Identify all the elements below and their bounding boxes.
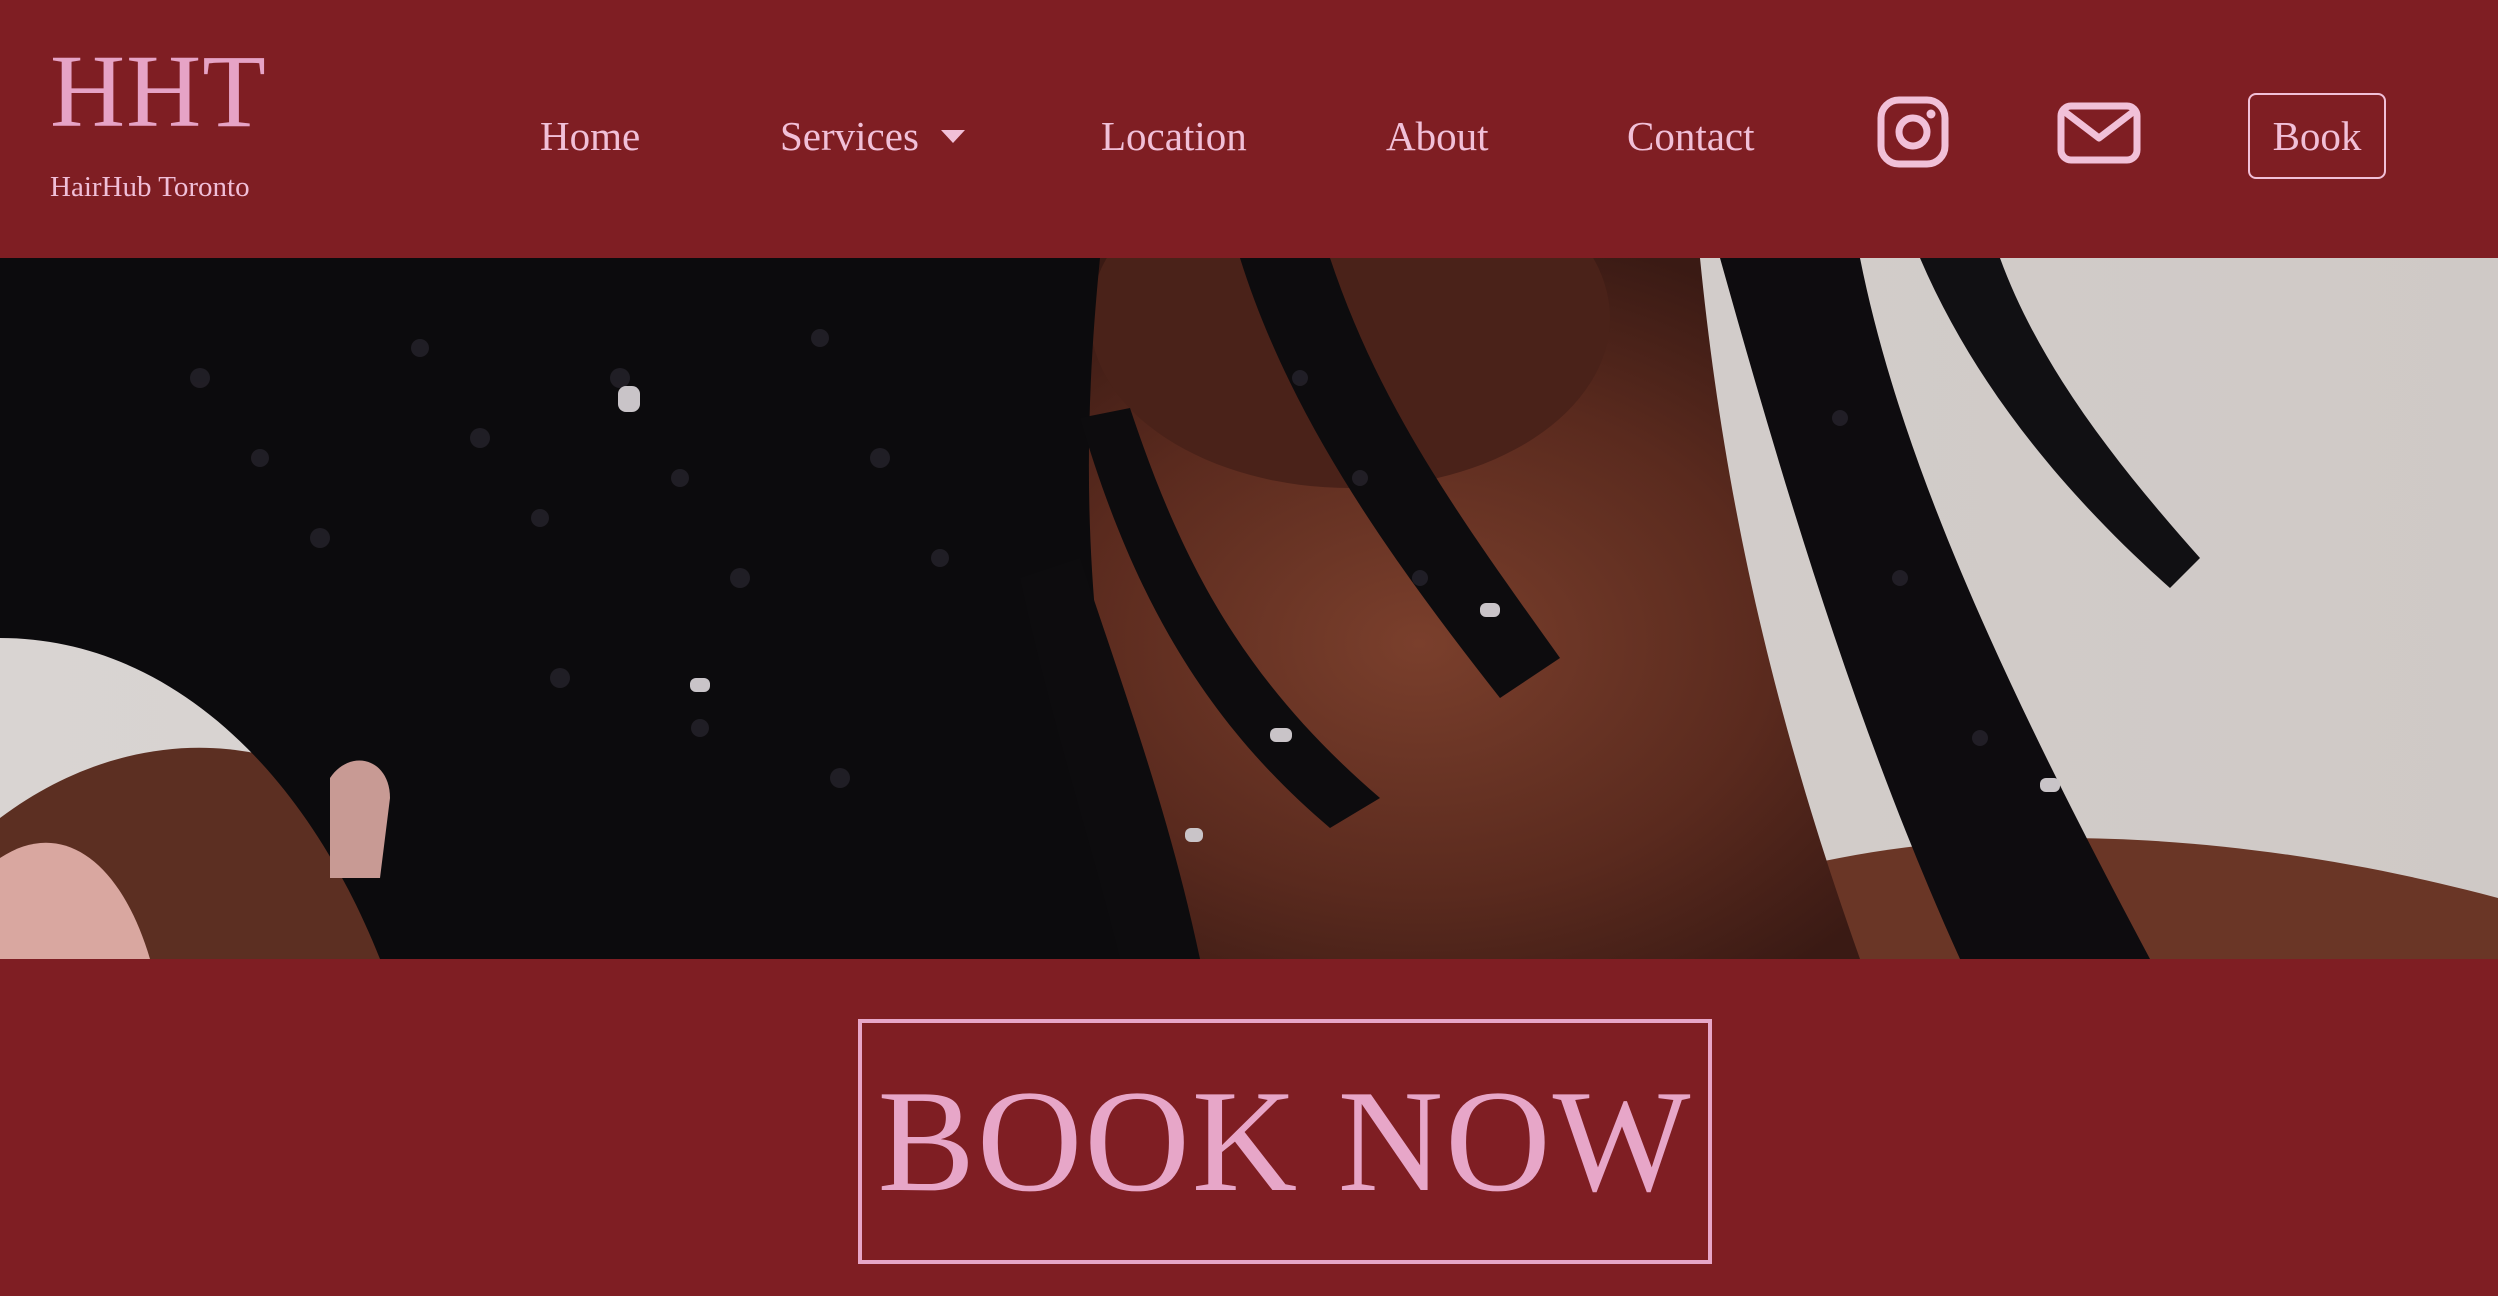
nav-about[interactable]: About xyxy=(1386,112,1489,160)
brand-subtitle: HairHub Toronto xyxy=(50,171,250,203)
nav-location[interactable]: Location xyxy=(1101,112,1247,160)
brand[interactable]: HHT HairHub Toronto xyxy=(50,40,267,204)
nav-contact[interactable]: Contact xyxy=(1627,112,1755,160)
hero-image xyxy=(0,258,2498,959)
book-button[interactable]: Book xyxy=(2248,93,2386,179)
chevron-down-icon xyxy=(940,130,965,144)
book-now-button[interactable]: BOOK NOW xyxy=(858,1019,1712,1264)
nav-services[interactable]: Services xyxy=(780,112,965,160)
hero-photo xyxy=(0,258,2498,959)
nav-home[interactable]: Home xyxy=(540,112,640,160)
instagram-icon[interactable] xyxy=(1877,96,1949,168)
envelope-icon[interactable] xyxy=(2057,102,2141,164)
brand-title[interactable]: HHT xyxy=(50,40,267,144)
site-header: HHT HairHub Toronto Home Services Locati… xyxy=(0,0,2498,258)
nav-services-label: Services xyxy=(780,113,919,159)
